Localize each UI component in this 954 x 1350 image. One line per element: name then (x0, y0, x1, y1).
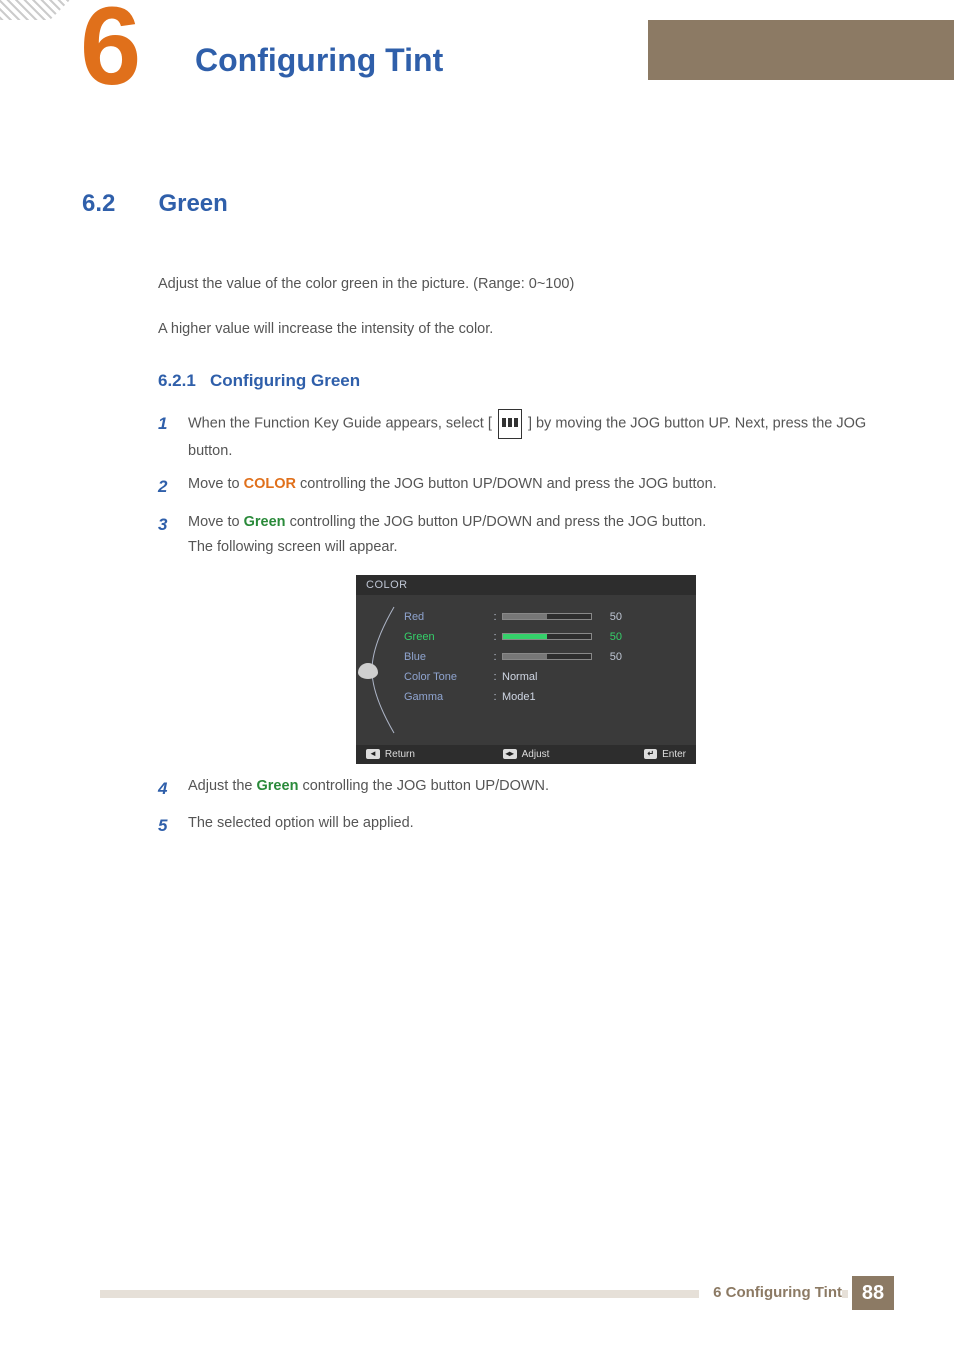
subsection-number: 6.2.1 (158, 371, 196, 390)
enter-icon: ↵ (644, 749, 657, 759)
step-number: 3 (158, 510, 188, 561)
osd-label: Blue (404, 651, 488, 663)
osd-slider-selected (502, 633, 592, 640)
section-title: Green (158, 190, 227, 218)
step-body: Move to COLOR controlling the JOG button… (188, 472, 894, 502)
osd-slider (502, 613, 592, 620)
osd-enter: Enter (662, 749, 686, 760)
osd-footer: ◄ Return ◂▸ Adjust ↵ Enter (356, 745, 696, 764)
keyword-green: Green (257, 778, 299, 794)
return-icon: ◄ (366, 749, 380, 759)
osd-label: Gamma (404, 691, 488, 703)
osd-body: Red : 50 Green : 50 Blue : 50 (356, 595, 696, 745)
osd-label-selected: Green (404, 631, 488, 643)
osd-adjust: Adjust (522, 749, 550, 760)
step-body: Adjust the Green controlling the JOG but… (188, 774, 894, 804)
osd-row-blue: Blue : 50 (404, 647, 680, 667)
step-body: Move to Green controlling the JOG button… (188, 510, 894, 561)
osd-label: Color Tone (404, 671, 488, 683)
page-footer: 6 Configuring Tint 88 (0, 1276, 954, 1310)
keyword-color: COLOR (244, 476, 296, 492)
osd-label: Red (404, 611, 488, 623)
osd-title: COLOR (356, 575, 696, 595)
step-1: 1 When the Function Key Guide appears, s… (158, 409, 894, 464)
step-4: 4 Adjust the Green controlling the JOG b… (158, 774, 894, 804)
chapter-title: Configuring Tint (195, 42, 443, 79)
osd-return: Return (385, 749, 415, 760)
step-body: The selected option will be applied. (188, 811, 894, 841)
step-number: 4 (158, 774, 188, 804)
footer-label: 6 Configuring Tint (699, 1284, 842, 1301)
step-body: When the Function Key Guide appears, sel… (188, 409, 894, 464)
page-number: 88 (852, 1276, 894, 1310)
step-5: 5 The selected option will be applied. (158, 811, 894, 841)
step-3: 3 Move to Green controlling the JOG butt… (158, 510, 894, 561)
section-intro: Adjust the value of the color green in t… (158, 272, 894, 341)
osd-row-green: Green : 50 (404, 627, 680, 647)
step-number: 2 (158, 472, 188, 502)
subsection-heading: 6.2.1 Configuring Green (158, 371, 894, 391)
intro-line-1: Adjust the value of the color green in t… (158, 272, 894, 297)
step-number: 5 (158, 811, 188, 841)
osd-panel: COLOR Red : 50 Green : 50 (356, 575, 696, 764)
adjust-icon: ◂▸ (503, 749, 517, 759)
osd-text-value: Mode1 (502, 691, 536, 703)
step-list: 1 When the Function Key Guide appears, s… (158, 409, 894, 841)
osd-value-selected: 50 (592, 631, 622, 643)
osd-row-red: Red : 50 (404, 607, 680, 627)
osd-value: 50 (592, 611, 622, 623)
keyword-green: Green (244, 514, 286, 530)
osd-row-colortone: Color Tone : Normal (404, 667, 680, 687)
osd-slider (502, 653, 592, 660)
intro-line-2: A higher value will increase the intensi… (158, 317, 894, 342)
subsection-title: Configuring Green (210, 371, 360, 390)
osd-text-value: Normal (502, 671, 537, 683)
step-2: 2 Move to COLOR controlling the JOG butt… (158, 472, 894, 502)
menu-icon (498, 409, 522, 438)
palette-icon (358, 663, 378, 679)
osd-row-gamma: Gamma : Mode1 (404, 687, 680, 707)
section-number: 6.2 (82, 190, 154, 218)
step-number: 1 (158, 409, 188, 464)
chapter-number: 6 (80, 0, 141, 102)
section-heading: 6.2 Green (82, 190, 894, 218)
osd-value: 50 (592, 651, 622, 663)
